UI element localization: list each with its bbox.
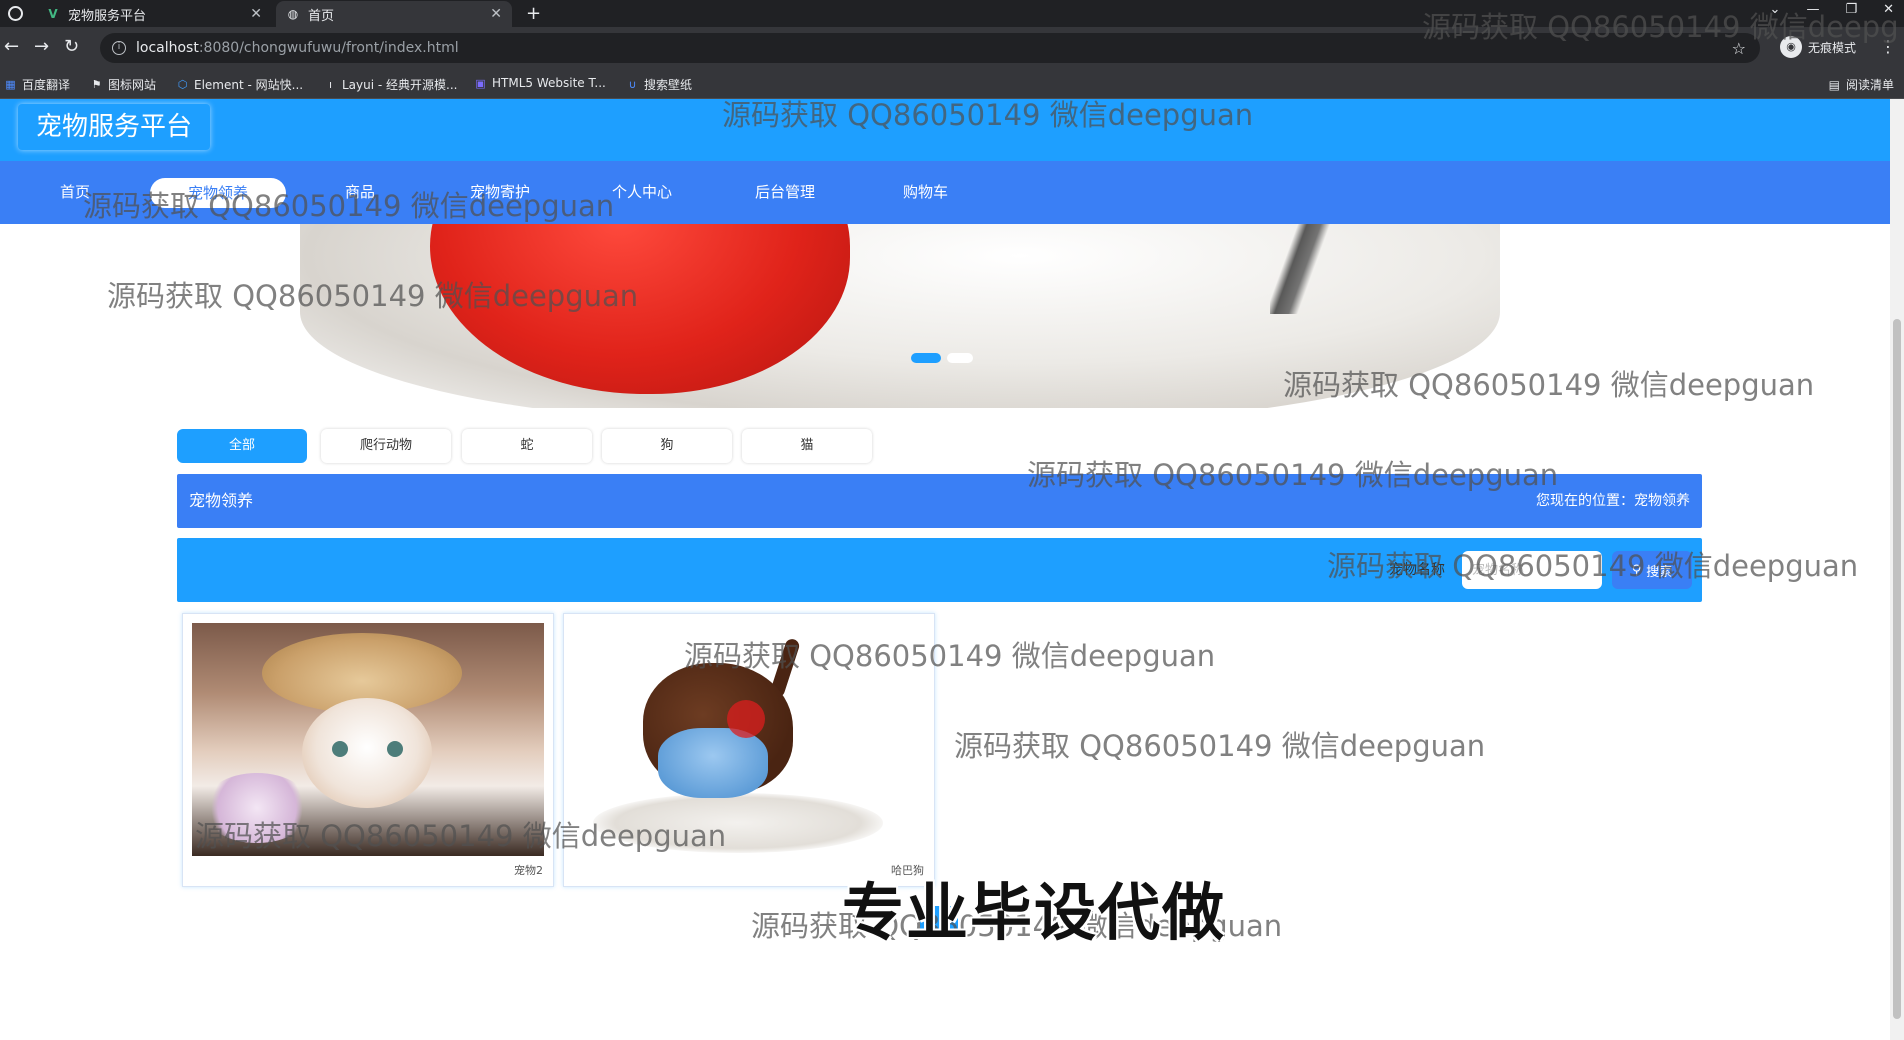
url-host: localhost [136, 40, 199, 56]
bookmark-label: HTML5 Website T... [492, 76, 606, 90]
tab-title: 首页 [308, 8, 335, 24]
pet-card[interactable]: 哈巴狗 [563, 613, 935, 887]
browser-tab-1[interactable]: V 宠物服务平台 ✕ [36, 1, 272, 27]
new-tab-button[interactable]: + [526, 3, 541, 24]
category-tab-all[interactable]: 全部 [177, 429, 307, 463]
bookmark-item[interactable]: ⬡ Element - 网站快... [176, 76, 303, 93]
close-icon[interactable]: ✕ [490, 6, 502, 22]
html5-icon: ▣ [475, 76, 486, 90]
wallpaper-icon: ∪ [628, 78, 637, 91]
close-icon[interactable]: ✕ [250, 6, 262, 22]
nav-user-center[interactable]: 个人中心 [612, 161, 672, 224]
category-tab-cat[interactable]: 猫 [742, 429, 872, 463]
forward-icon[interactable]: → [34, 37, 49, 57]
bookmark-label: Element - 网站快... [194, 78, 304, 92]
translate-icon: ▦ [5, 78, 16, 91]
carousel-dot[interactable] [911, 353, 941, 363]
bookmark-item[interactable]: ▣ HTML5 Website T... [474, 76, 606, 90]
bookmark-label: 搜索壁纸 [644, 78, 693, 92]
category-tab-reptile[interactable]: 爬行动物 [321, 429, 451, 463]
layui-icon: ı [328, 78, 333, 91]
browser-logo-icon [8, 6, 23, 21]
flag-icon: ⚑ [91, 78, 102, 91]
bookmark-label: 图标网站 [108, 78, 157, 92]
globe-icon: ◍ [287, 7, 299, 21]
bookmark-item[interactable]: ı Layui - 经典开源模... [324, 76, 458, 93]
element-icon: ⬡ [177, 78, 188, 91]
breadcrumb: 宠物领养 您现在的位置：宠物领养 [177, 474, 1702, 528]
minimize-icon[interactable]: — [1806, 2, 1819, 17]
nav-products[interactable]: 商品 [345, 161, 375, 224]
bookmark-label: 百度翻译 [22, 78, 71, 92]
search-label: 宠物名称 [1389, 562, 1445, 578]
cursor-highlight [727, 700, 765, 738]
incognito-profile[interactable]: ◉ 无痕模式 [1780, 36, 1856, 58]
search-button-label: 搜索 [1646, 564, 1673, 580]
category-tab-snake[interactable]: 蛇 [462, 429, 592, 463]
back-icon[interactable]: ← [4, 37, 19, 57]
reading-list[interactable]: ▤ 阅读清单 [1829, 76, 1894, 93]
reading-list-label: 阅读清单 [1845, 78, 1894, 92]
nav-home[interactable]: 首页 [60, 161, 90, 224]
vue-logo-icon: V [48, 7, 58, 21]
search-bar: 宠物名称 ⚲ 搜索 [177, 538, 1702, 602]
pet-photo-kitten [192, 623, 544, 856]
scrollbar-thumb[interactable] [1893, 319, 1901, 1019]
close-window-icon[interactable]: ✕ [1883, 2, 1894, 17]
incognito-icon: ◉ [1780, 36, 1802, 58]
info-icon[interactable]: i [112, 41, 126, 55]
site-header: 宠物服务平台 [0, 99, 1890, 161]
screen: V 宠物服务平台 ✕ ◍ 首页 ✕ + ⌄ — ❐ ✕ ← → ↻ i loca… [0, 0, 1904, 1040]
nav-pet-adoption[interactable]: 宠物领养 [150, 178, 287, 208]
site-nav: 首页 宠物领养 商品 宠物寄护 个人中心 后台管理 购物车 [0, 161, 1890, 224]
pet-card[interactable]: 宠物2 [182, 613, 554, 887]
address-bar[interactable]: i localhost:8080/chongwufuwu/front/index… [100, 33, 1760, 63]
bookmark-star-icon[interactable]: ☆ [1732, 39, 1746, 58]
nav-pet-boarding[interactable]: 宠物寄护 [470, 161, 530, 224]
tab-title: 宠物服务平台 [68, 8, 147, 24]
nav-cart[interactable]: 购物车 [903, 161, 948, 224]
banner-carousel[interactable] [0, 224, 1890, 408]
window-controls: ⌄ — ❐ ✕ [1770, 2, 1894, 17]
page-scrollbar[interactable] [1890, 99, 1904, 1040]
bookmark-item[interactable]: ⚑ 图标网站 [90, 76, 156, 93]
tab-search-icon[interactable]: ⌄ [1770, 2, 1781, 17]
profile-label: 无痕模式 [1808, 40, 1857, 55]
search-input[interactable] [1462, 551, 1602, 589]
reload-icon[interactable]: ↻ [64, 37, 79, 57]
menu-kebab-icon[interactable]: ⋮ [1880, 37, 1896, 56]
bookmark-item[interactable]: ∪ 搜索壁纸 [626, 76, 692, 93]
url-path: :8080/chongwufuwu/front/index.html [198, 40, 459, 56]
site-title[interactable]: 宠物服务平台 [18, 104, 211, 150]
carousel-dot[interactable] [947, 353, 973, 363]
reading-list-icon: ▤ [1828, 77, 1840, 92]
search-icon: ⚲ [1631, 562, 1642, 578]
search-button[interactable]: ⚲ 搜索 [1612, 551, 1692, 589]
browser-tab-2[interactable]: ◍ 首页 ✕ [276, 1, 512, 27]
carousel-indicators [911, 353, 973, 363]
browser-toolbar: ← → ↻ i localhost:8080/chongwufuwu/front… [0, 27, 1904, 69]
current-location: 您现在的位置：宠物领养 [1536, 493, 1690, 509]
bookmark-item[interactable]: ▦ 百度翻译 [4, 76, 70, 93]
category-tab-dog[interactable]: 狗 [602, 429, 732, 463]
pet-photo-puppy [573, 623, 925, 856]
nav-admin[interactable]: 后台管理 [755, 161, 815, 224]
bookmarks-bar: ▦ 百度翻译 ⚑ 图标网站 ⬡ Element - 网站快... ı Layui - 经… [0, 69, 1904, 99]
browser-tabbar: V 宠物服务平台 ✕ ◍ 首页 ✕ + ⌄ — ❐ ✕ [0, 0, 1904, 27]
restore-icon[interactable]: ❐ [1845, 2, 1857, 17]
bookmark-label: Layui - 经典开源模... [342, 78, 458, 92]
promo-banner-text: 专业毕设代做 [842, 876, 1227, 949]
section-title: 宠物领养 [189, 491, 254, 510]
banner-stripe [1270, 224, 1330, 314]
pet-name: 宠物2 [514, 864, 543, 877]
